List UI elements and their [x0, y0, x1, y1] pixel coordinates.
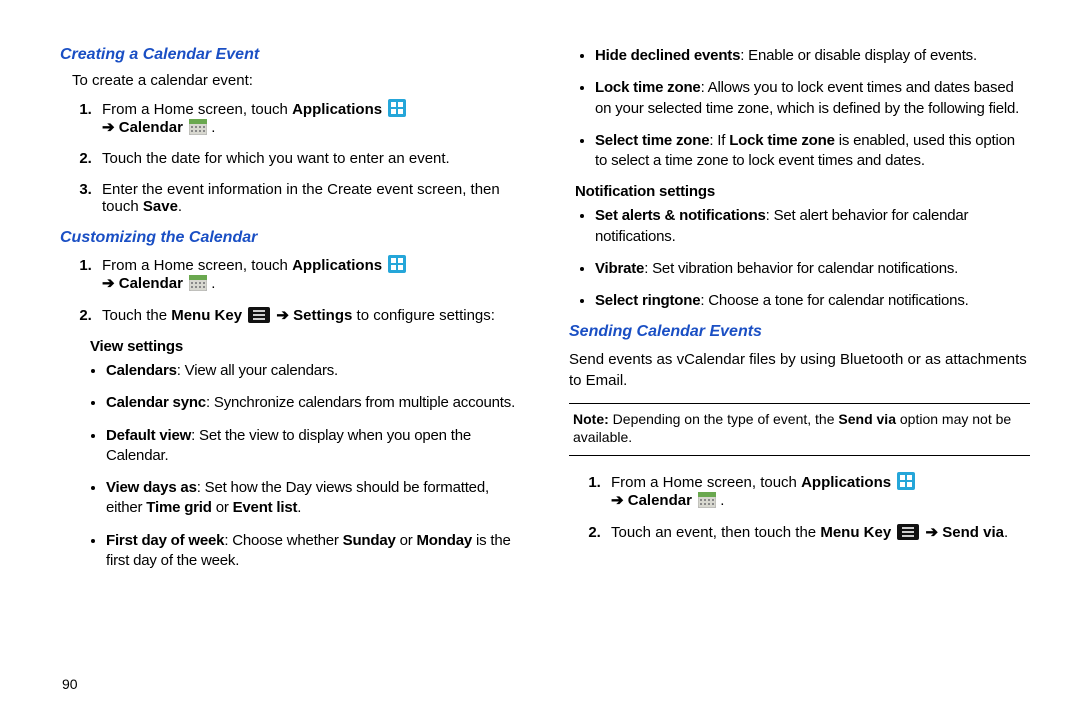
bold-save: Save: [143, 198, 178, 215]
step-text-end: to configure settings:: [352, 307, 495, 324]
bullet-bold: View days as: [106, 479, 197, 496]
bullet-bold: Select ringtone: [595, 292, 700, 309]
list-item: Calendars: View all your calendars.: [106, 361, 521, 381]
steps-send-event: From a Home screen, touch Applications ➔…: [585, 472, 1030, 541]
list-item: Select ringtone: Choose a tone for calen…: [595, 291, 1030, 311]
bullet-bold: Calendars: [106, 362, 177, 379]
custom-step-1: From a Home screen, touch Applications ➔…: [96, 255, 521, 292]
bullet-mid: or: [212, 499, 233, 516]
heading-customizing: Customizing the Calendar: [60, 229, 521, 247]
step-text: Touch an event, then touch the: [611, 524, 820, 541]
send-step-1: From a Home screen, touch Applications ➔…: [605, 472, 1030, 509]
step-text: From a Home screen, touch: [611, 474, 801, 491]
bullet-bold3: Event list: [233, 499, 298, 516]
bold-applications: Applications: [801, 474, 891, 491]
top-right-bullets: Hide declined events: Enable or disable …: [579, 46, 1030, 171]
bullet-bold: Lock time zone: [595, 79, 701, 96]
bullet-text: : Choose a tone for calendar notificatio…: [700, 292, 968, 309]
note-body: Depending on the type of event, the: [609, 411, 839, 427]
arrow-icon: ➔: [611, 492, 624, 509]
arrow-icon: ➔: [102, 275, 115, 292]
bold-menu-key: Menu Key: [171, 307, 242, 324]
bold-calendar: Calendar: [119, 119, 183, 136]
applications-icon: [388, 99, 406, 117]
bullet-text: : Choose whether: [224, 532, 342, 549]
list-item: Default view: Set the view to display wh…: [106, 426, 521, 467]
bullet-bold: Set alerts & notifications: [595, 207, 766, 224]
bullet-bold: Calendar sync: [106, 394, 206, 411]
heading-creating-event: Creating a Calendar Event: [60, 46, 521, 64]
bullet-text: : Set vibration behavior for calendar no…: [644, 260, 958, 277]
bullet-bold3: Monday: [417, 532, 472, 549]
step-2: Touch the date for which you want to ent…: [96, 150, 521, 167]
sending-intro: Send events as vCalendar files by using …: [569, 349, 1030, 391]
left-column: Creating a Calendar Event To create a ca…: [60, 40, 545, 700]
menu-key-icon: [248, 307, 270, 323]
bullet-bold: Hide declined events: [595, 47, 740, 64]
arrow-icon: ➔: [926, 524, 939, 541]
bold-menu-key: Menu Key: [820, 524, 891, 541]
intro-text: To create a calendar event:: [72, 72, 521, 89]
bold-calendar: Calendar: [119, 275, 183, 292]
heading-sending-events: Sending Calendar Events: [569, 323, 1030, 341]
calendar-icon: [189, 275, 207, 291]
bullet-text: : View all your calendars.: [177, 362, 338, 379]
step-3: Enter the event information in the Creat…: [96, 181, 521, 215]
page-number: 90: [62, 676, 78, 692]
bullet-text: : Enable or disable display of events.: [740, 47, 977, 64]
arrow-icon: ➔: [102, 119, 115, 136]
bullet-bold2: Sunday: [343, 532, 396, 549]
right-column: Hide declined events: Enable or disable …: [545, 40, 1040, 700]
send-step-2: Touch an event, then touch the Menu Key …: [605, 523, 1030, 541]
bullet-bold: Select time zone: [595, 132, 709, 149]
bullet-bold2: Lock time zone: [729, 132, 835, 149]
bullet-bold: First day of week: [106, 532, 224, 549]
list-item: Set alerts & notifications: Set alert be…: [595, 206, 1030, 247]
view-settings-list: Calendars: View all your calendars. Cale…: [90, 361, 521, 571]
bold-send-via: Send via: [942, 524, 1004, 541]
bullet-bold: Vibrate: [595, 260, 644, 277]
bold-applications: Applications: [292, 257, 382, 274]
list-item: Lock time zone: Allows you to lock event…: [595, 78, 1030, 119]
bullet-end: .: [297, 499, 301, 516]
note-label: Note:: [573, 411, 609, 427]
bullet-bold: Default view: [106, 427, 191, 444]
note-bold: Send via: [838, 411, 896, 427]
bold-settings: Settings: [293, 307, 352, 324]
step-text: Touch the: [102, 307, 171, 324]
note-box: Note: Depending on the type of event, th…: [569, 403, 1030, 455]
bullet-mid: or: [396, 532, 417, 549]
list-item: Calendar sync: Synchronize calendars fro…: [106, 393, 521, 413]
steps-create-event: From a Home screen, touch Applications ➔…: [76, 99, 521, 215]
list-item: Vibrate: Set vibration behavior for cale…: [595, 259, 1030, 279]
step-1: From a Home screen, touch Applications ➔…: [96, 99, 521, 136]
subhead-view-settings: View settings: [90, 338, 521, 355]
custom-step-2: Touch the Menu Key ➔ Settings to configu…: [96, 306, 521, 324]
list-item: View days as: Set how the Day views shou…: [106, 478, 521, 519]
steps-customize: From a Home screen, touch Applications ➔…: [76, 255, 521, 324]
subhead-notification: Notification settings: [575, 183, 1030, 200]
step-text: From a Home screen, touch: [102, 101, 292, 118]
calendar-icon: [698, 492, 716, 508]
notification-bullets: Set alerts & notifications: Set alert be…: [579, 206, 1030, 311]
list-item: Select time zone: If Lock time zone is e…: [595, 131, 1030, 172]
menu-key-icon: [897, 524, 919, 540]
punct: .: [178, 198, 182, 215]
bullet-bold2: Time grid: [146, 499, 211, 516]
list-item: First day of week: Choose whether Sunday…: [106, 531, 521, 572]
list-item: Hide declined events: Enable or disable …: [595, 46, 1030, 66]
bullet-text: : Synchronize calendars from multiple ac…: [206, 394, 515, 411]
bullet-text: : If: [709, 132, 729, 149]
step-text: From a Home screen, touch: [102, 257, 292, 274]
punct: .: [1004, 524, 1008, 541]
applications-icon: [897, 472, 915, 490]
arrow-icon: ➔: [276, 307, 289, 324]
applications-icon: [388, 255, 406, 273]
bold-applications: Applications: [292, 101, 382, 118]
calendar-icon: [189, 119, 207, 135]
bold-calendar: Calendar: [628, 492, 692, 509]
